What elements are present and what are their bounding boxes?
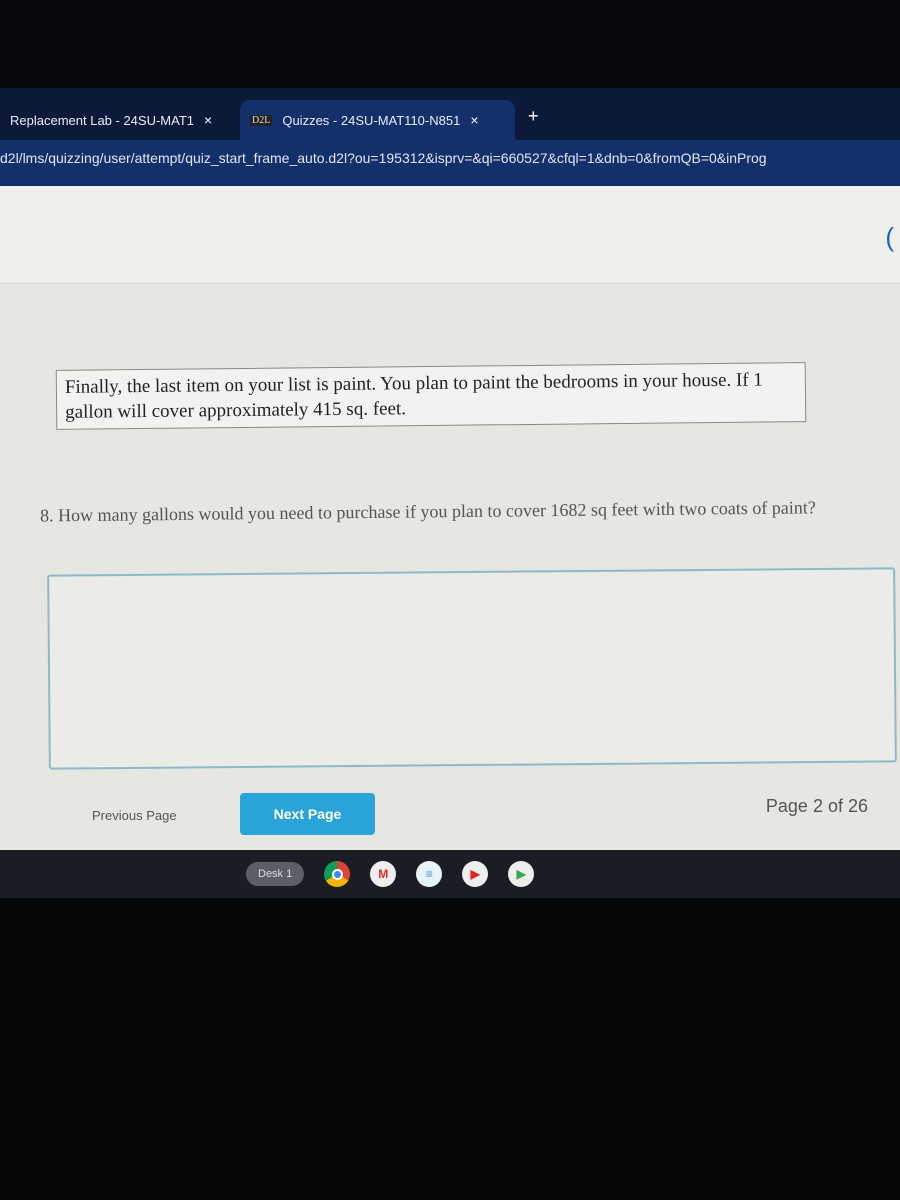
tab-replacement-lab[interactable]: Replacement Lab - 24SU-MAT1 × [0,100,235,140]
gmail-icon[interactable]: M [370,861,397,887]
loading-icon: ( [885,222,894,252]
new-tab-button[interactable]: + [528,106,539,127]
address-bar[interactable]: d2l/lms/quizzing/user/attempt/quiz_start… [0,140,900,186]
close-icon[interactable]: × [204,112,212,128]
question-text: 8. How many gallons would you need to pu… [39,497,816,526]
previous-page-button[interactable]: Previous Page [92,808,177,823]
answer-input[interactable] [47,567,897,770]
quiz-page: ( Finally, the last item on your list is… [0,186,900,850]
question-intro: Finally, the last item on your list is p… [55,362,807,430]
docs-icon[interactable]: ≡ [416,861,443,887]
chrome-icon[interactable] [324,861,351,887]
tab-label: Replacement Lab - 24SU-MAT1 [10,112,195,128]
close-icon[interactable]: × [470,112,478,128]
d2l-favicon-icon: D2L [250,114,273,126]
tab-quizzes[interactable]: D2L Quizzes - 24SU-MAT110-N851 × [240,100,515,140]
tab-label: Quizzes - 24SU-MAT110-N851 [282,112,461,128]
page-header: ( [0,186,900,284]
os-shelf: Desk 1 M ≡ ▶ ▶ [0,850,900,898]
play-store-icon[interactable]: ▶ [508,861,535,887]
keyboard-area [0,898,900,1200]
page-indicator: Page 2 of 26 [765,796,868,816]
desk-button[interactable]: Desk 1 [246,862,305,886]
youtube-icon[interactable]: ▶ [462,861,489,887]
next-page-button[interactable]: Next Page [240,793,375,835]
tab-bar: Replacement Lab - 24SU-MAT1 × D2L Quizze… [0,88,900,140]
